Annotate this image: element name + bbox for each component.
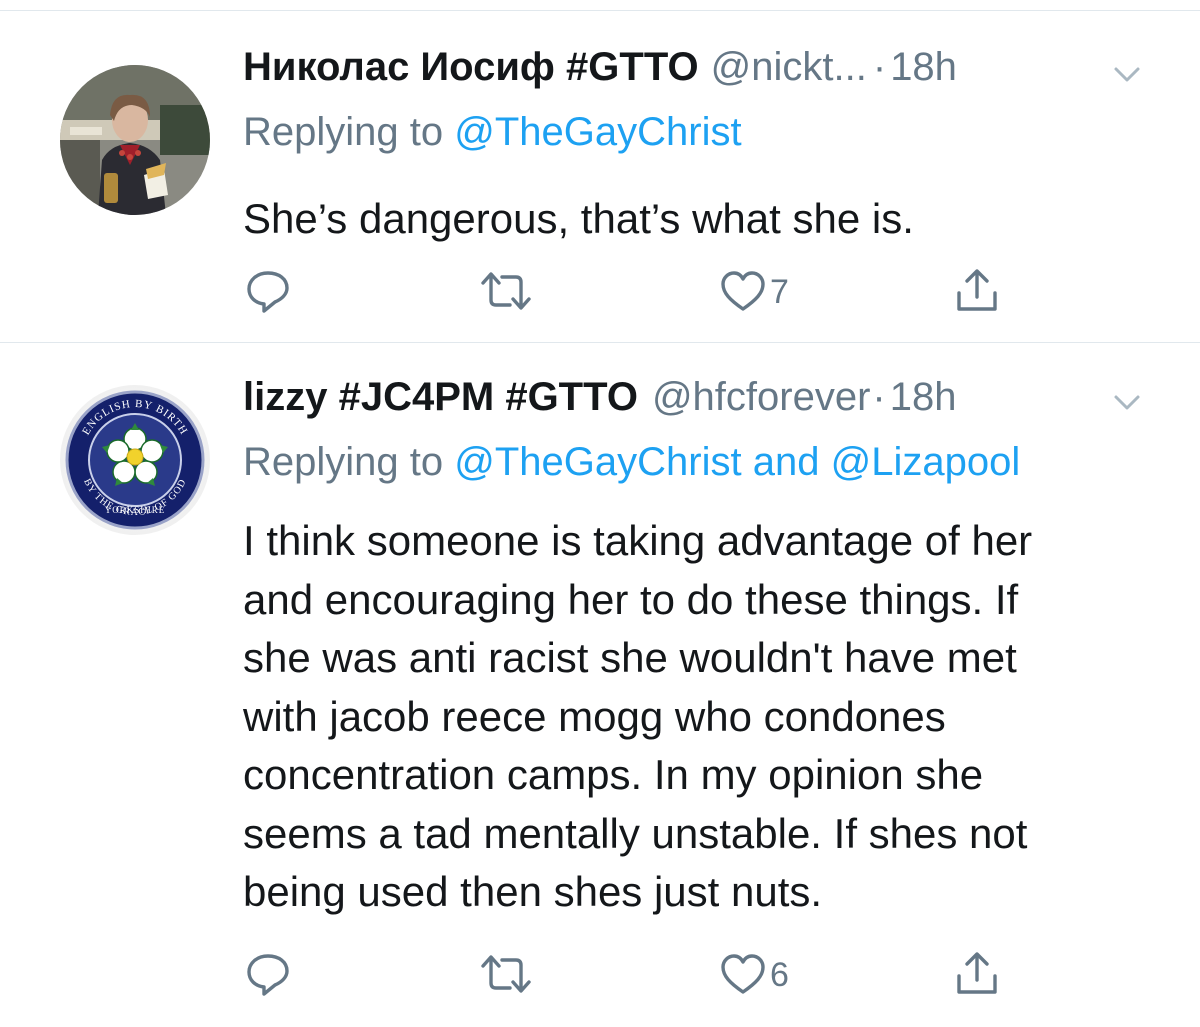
share-button[interactable] bbox=[955, 950, 1015, 1000]
handle[interactable]: @hfcforever bbox=[652, 375, 870, 420]
reply-prefix: Replying to bbox=[243, 110, 444, 154]
badge-middle-text: YORKSHIRE bbox=[105, 505, 166, 515]
retweet-button[interactable] bbox=[480, 952, 540, 1002]
share-icon bbox=[957, 952, 997, 994]
tweet-2[interactable]: ENGLISH BY BIRTH BY THE GRACE OF GOD YOR… bbox=[0, 375, 1200, 1015]
share-icon bbox=[957, 269, 997, 311]
reply-context: Replying to @TheGayChrist bbox=[243, 110, 742, 166]
handle[interactable]: @nickt... bbox=[711, 45, 867, 90]
chevron-down-icon[interactable] bbox=[1113, 393, 1141, 413]
top-divider bbox=[0, 10, 1200, 11]
heart-icon bbox=[721, 954, 765, 994]
timestamp[interactable]: 18h bbox=[890, 375, 957, 420]
tweet-divider bbox=[0, 342, 1200, 343]
reply-prefix: Replying to bbox=[243, 440, 444, 484]
tweet-header: Николас Иосиф #GTTO @nickt... · 18h bbox=[243, 45, 1163, 105]
tweet-text-line: with jacob reece mogg who condones bbox=[243, 692, 946, 740]
separator-dot: · bbox=[872, 45, 887, 89]
mention-conjunction: and bbox=[752, 440, 820, 484]
like-button[interactable]: 6 bbox=[720, 953, 810, 1003]
profile-photo-icon bbox=[60, 65, 210, 215]
tweet-header: lizzy #JC4PM #GTTO @hfcforever · 18h bbox=[243, 375, 1163, 435]
reply-button[interactable] bbox=[245, 950, 305, 1000]
tweet-text-line: she was anti racist she wouldn't have me… bbox=[243, 634, 1017, 681]
tweet-text-line: concentration camps. In my opinion she bbox=[243, 751, 984, 798]
like-button[interactable]: 7 bbox=[720, 270, 810, 320]
mention-link[interactable]: @TheGayChrist bbox=[454, 110, 741, 154]
reply-icon bbox=[247, 954, 289, 996]
retweet-button[interactable] bbox=[480, 269, 540, 319]
tweet-text-line: I think someone is taking advantage of h… bbox=[243, 517, 1033, 564]
tweet-text: She’s dangerous, that’s what she is. bbox=[243, 195, 914, 242]
like-count: 7 bbox=[770, 273, 789, 311]
tweet-text: I think someone is taking advantage of h… bbox=[243, 512, 1163, 922]
reply-context: Replying to @TheGayChrist and @Lizapool bbox=[243, 440, 1020, 496]
display-name[interactable]: lizzy #JC4PM #GTTO bbox=[243, 375, 638, 420]
like-count: 6 bbox=[770, 956, 789, 994]
tweet-text-line: seems a tad mentally unstable. If shes n… bbox=[243, 809, 1028, 857]
reply-icon bbox=[247, 271, 289, 313]
tweet-text-line: being used then shes just nuts. bbox=[243, 868, 823, 915]
avatar[interactable] bbox=[60, 65, 210, 215]
tweet-text-line: and encouraging her to do these things. … bbox=[243, 575, 1019, 623]
retweet-icon bbox=[481, 955, 531, 993]
retweet-icon bbox=[481, 272, 531, 310]
avatar[interactable]: ENGLISH BY BIRTH BY THE GRACE OF GOD YOR… bbox=[60, 385, 210, 535]
display-name[interactable]: Николас Иосиф #GTTO bbox=[243, 45, 699, 90]
heart-icon bbox=[721, 271, 765, 311]
chevron-down-icon[interactable] bbox=[1113, 65, 1141, 85]
timestamp[interactable]: 18h bbox=[890, 45, 957, 90]
separator-dot: · bbox=[872, 375, 886, 419]
yorkshire-rose-badge-icon: ENGLISH BY BIRTH BY THE GRACE OF GOD YOR… bbox=[60, 385, 210, 535]
reply-button[interactable] bbox=[245, 267, 305, 317]
mention-link[interactable]: @TheGayChrist bbox=[454, 440, 741, 484]
share-button[interactable] bbox=[955, 267, 1015, 317]
tweet-1[interactable]: Николас Иосиф #GTTO @nickt... · 18h Repl… bbox=[0, 45, 1200, 340]
mention-link[interactable]: @Lizapool bbox=[831, 440, 1021, 484]
